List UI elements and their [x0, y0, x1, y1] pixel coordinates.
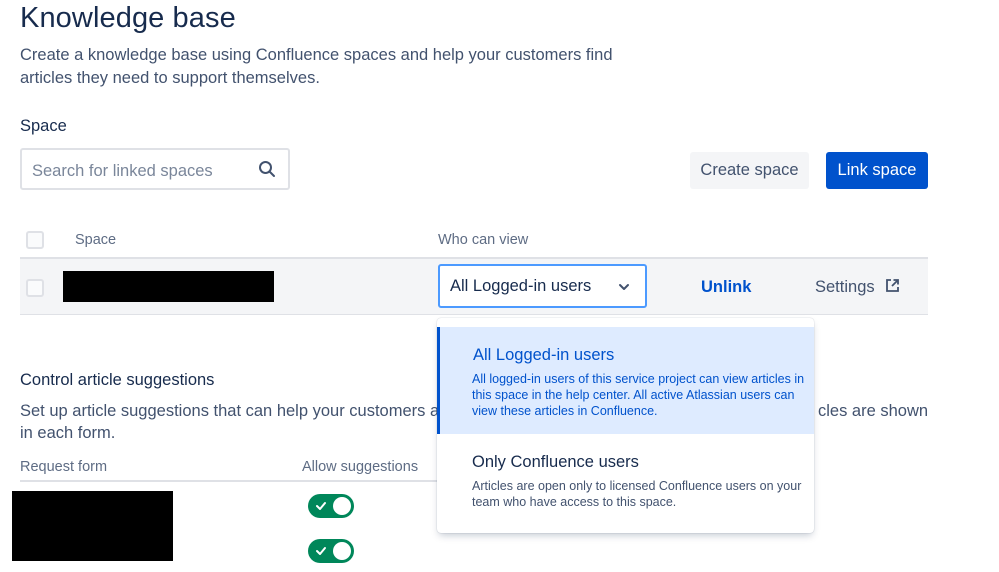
who-can-view-select[interactable]: All Logged-in users [438, 264, 647, 308]
page-title: Knowledge base [20, 2, 236, 34]
space-search [20, 148, 290, 190]
select-value: All Logged-in users [450, 277, 592, 295]
search-icon[interactable] [258, 160, 276, 178]
external-link-icon [886, 279, 900, 292]
suggestions-title: Control article suggestions [20, 371, 215, 389]
space-section-title: Space [20, 117, 67, 135]
suggestions-description-part2: cles are shown [818, 402, 929, 420]
who-can-view-dropdown-menu: All Logged-in users All logged-in users … [437, 318, 814, 533]
option-title: All Logged-in users [473, 346, 615, 364]
option-description: Articles are open only to licensed Confl… [472, 479, 802, 509]
create-space-button[interactable]: Create space [690, 152, 809, 189]
row-checkbox[interactable] [26, 279, 44, 297]
allow-suggestions-toggle-2[interactable] [308, 539, 354, 563]
option-title: Only Confluence users [472, 453, 639, 471]
search-input[interactable] [30, 158, 254, 184]
unlink-link[interactable]: Unlink [701, 278, 751, 297]
dropdown-option-all-logged-in[interactable]: All Logged-in users All logged-in users … [437, 327, 814, 434]
check-icon [316, 502, 326, 510]
suggestions-description-line2: in each form. [20, 424, 116, 442]
settings-link[interactable]: Settings [815, 278, 900, 297]
settings-label: Settings [815, 278, 875, 296]
column-header-allow-suggestions: Allow suggestions [302, 459, 419, 475]
toggle-knob [333, 497, 351, 515]
column-header-who-can-view: Who can view [438, 232, 529, 248]
option-description: All logged-in users of this service proj… [472, 372, 805, 418]
toggle-knob [333, 542, 351, 560]
link-space-button[interactable]: Link space [826, 152, 928, 189]
page-description: Create a knowledge base using Confluence… [20, 46, 613, 87]
table-row-divider [20, 314, 928, 315]
suggestions-description-part1: Set up article suggestions that can help… [20, 402, 457, 420]
dropdown-option-only-confluence[interactable]: Only Confluence users Articles are open … [437, 434, 814, 526]
allow-suggestions-toggle-1[interactable] [308, 494, 354, 518]
chevron-down-icon [619, 284, 629, 290]
column-header-space: Space [75, 232, 117, 248]
redacted-space-name [63, 271, 274, 302]
suggestions-header-divider [20, 480, 440, 482]
check-icon [316, 547, 326, 555]
redacted-request-forms [12, 491, 173, 561]
column-header-request-form: Request form [20, 459, 108, 475]
select-all-checkbox[interactable] [26, 231, 44, 249]
